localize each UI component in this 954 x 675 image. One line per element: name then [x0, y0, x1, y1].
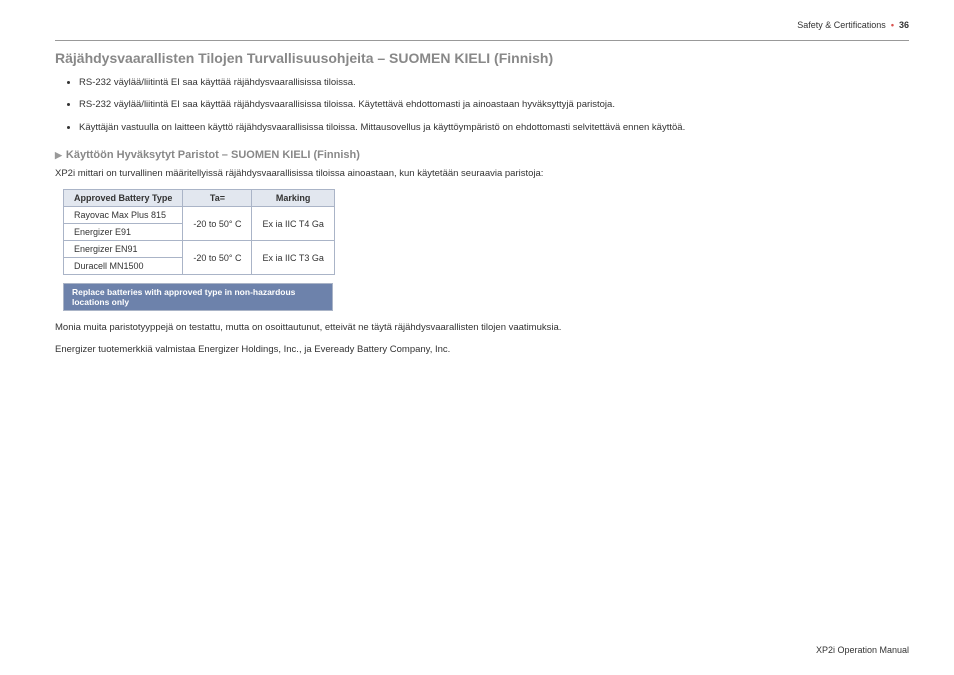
cell-battery: Energizer E91 — [64, 224, 183, 241]
page-title: Räjähdysvaarallisten Tilojen Turvallisuu… — [55, 50, 909, 66]
bullet-item: RS-232 väylää/liitintä EI saa käyttää rä… — [79, 76, 909, 90]
cell-ta: -20 to 50° C — [183, 241, 252, 275]
replace-batteries-note: Replace batteries with approved type in … — [63, 283, 333, 311]
header-divider — [55, 40, 909, 41]
paragraph: Energizer tuotemerkkiä valmistaa Energiz… — [55, 343, 909, 357]
cell-marking: Ex ia IIC T4 Ga — [252, 207, 334, 241]
col-marking: Marking — [252, 190, 334, 207]
header-page: 36 — [899, 20, 909, 30]
footer-manual-name: XP2i Operation Manual — [816, 645, 909, 655]
subheading-text: Käyttöön Hyväksytyt Paristot – SUOMEN KI… — [66, 149, 360, 161]
bullet-icon: • — [888, 20, 896, 30]
table-row: Energizer EN91 -20 to 50° C Ex ia IIC T3… — [64, 241, 335, 258]
cell-battery: Energizer EN91 — [64, 241, 183, 258]
table-header-row: Approved Battery Type Ta= Marking — [64, 190, 335, 207]
cell-ta: -20 to 50° C — [183, 207, 252, 241]
header-breadcrumb: Safety & Certifications • 36 — [797, 20, 909, 30]
table-row: Rayovac Max Plus 815 -20 to 50° C Ex ia … — [64, 207, 335, 224]
bullet-item: Käyttäjän vastuulla on laitteen käyttö r… — [79, 121, 909, 135]
header-section: Safety & Certifications — [797, 20, 886, 30]
paragraph: Monia muita paristotyyppejä on testattu,… — [55, 321, 909, 335]
page-content: Räjähdysvaarallisten Tilojen Turvallisuu… — [55, 50, 909, 366]
col-ta: Ta= — [183, 190, 252, 207]
cell-battery: Duracell MN1500 — [64, 258, 183, 275]
subheading: ▶ Käyttöön Hyväksytyt Paristot – SUOMEN K… — [55, 149, 909, 161]
safety-bullets: RS-232 väylää/liitintä EI saa käyttää rä… — [67, 76, 909, 135]
intro-text: XP2i mittari on turvallinen määritellyis… — [55, 167, 909, 181]
approved-battery-table: Approved Battery Type Ta= Marking Rayova… — [63, 189, 335, 275]
col-battery-type: Approved Battery Type — [64, 190, 183, 207]
bullet-item: RS-232 väylää/liitintä EI saa käyttää rä… — [79, 98, 909, 112]
cell-battery: Rayovac Max Plus 815 — [64, 207, 183, 224]
cell-marking: Ex ia IIC T3 Ga — [252, 241, 334, 275]
triangle-icon: ▶ — [55, 150, 62, 160]
